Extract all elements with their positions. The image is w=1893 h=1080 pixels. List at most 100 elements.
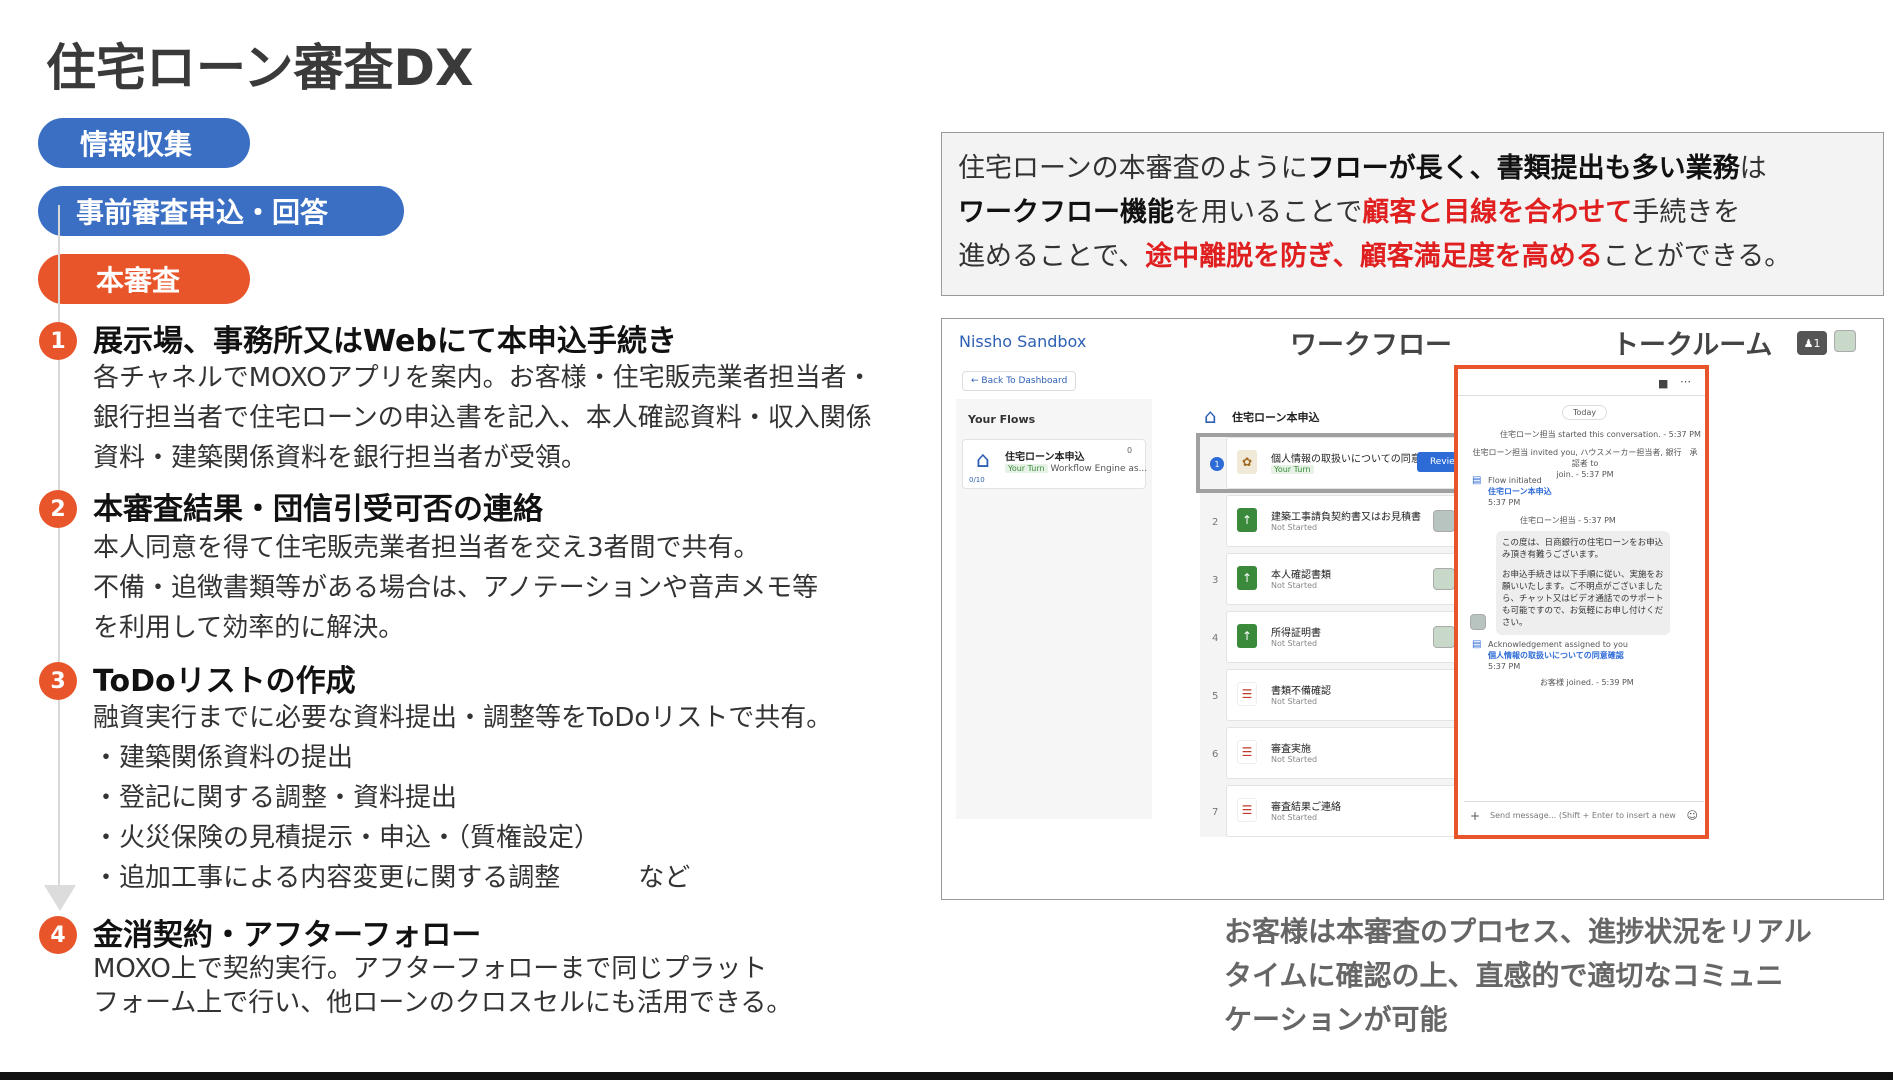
step-index: 2 bbox=[1212, 517, 1219, 528]
flow-card[interactable]: ⌂ 0/10 住宅ローン本申込 Your Turn Workflow Engin… bbox=[962, 439, 1147, 489]
your-flows-heading: Your Flows bbox=[968, 413, 1036, 426]
emoji-icon[interactable]: ☺ bbox=[1687, 809, 1698, 822]
workflow-step[interactable]: 4 ↑ 所得証明書 Not Started bbox=[1200, 611, 1494, 669]
step-name: 本人確認書類 bbox=[1271, 570, 1331, 581]
step-body: 本人同意を得て住宅販売業者担当者を交え3者間で共有。 不備・追徴書類等がある場合… bbox=[93, 528, 818, 648]
step-line: フォーム上で行い、他ローンのクロスセルにも活用できる。 bbox=[93, 988, 793, 1018]
step-card[interactable]: ↑ 本人確認書類 Not Started bbox=[1226, 553, 1488, 605]
video-call-icon[interactable]: ■ bbox=[1658, 377, 1668, 390]
step-card[interactable]: ☰ 審査実施 Not Started bbox=[1226, 727, 1488, 779]
step-heading: 金消契約・アフターフォロー bbox=[93, 918, 482, 953]
flow-link[interactable]: 住宅ローン本申込 bbox=[1488, 486, 1552, 497]
step-status: Not Started bbox=[1271, 639, 1318, 648]
user-avatar[interactable] bbox=[1834, 330, 1856, 352]
workflow-step[interactable]: 3 ↑ 本人確認書類 Not Started bbox=[1200, 553, 1494, 611]
step-name: 書類不備確認 bbox=[1271, 686, 1331, 697]
notification-bell-icon[interactable]: ♟ 1 bbox=[1797, 331, 1827, 355]
step-heading: 本審査結果・団信引受可否の連絡 bbox=[93, 492, 543, 527]
chat-panel: ■ ⋯ Today 住宅ローン担当 started this conversat… bbox=[1454, 365, 1709, 839]
step-line: 本人同意を得て住宅販売業者担当者を交え3者間で共有。 bbox=[93, 533, 760, 563]
step-status: Not Started bbox=[1271, 697, 1318, 706]
step-line: ・追加工事による内容変更に関する調整 など bbox=[93, 863, 691, 893]
step-name: 審査結果ご連絡 bbox=[1271, 802, 1341, 813]
workflow-step[interactable]: 1 ✿ 個人情報の取扱いについての同意確認 Your Turn Review bbox=[1196, 433, 1500, 495]
step-line: 融資実行までに必要な資料提出・調整等をToDoリストで共有。 bbox=[93, 703, 833, 733]
page-title: 住宅ローン審査DX bbox=[46, 39, 474, 97]
timeline-arrow bbox=[44, 885, 76, 911]
workflow-step[interactable]: 6 ☰ 審査実施 Not Started bbox=[1200, 727, 1494, 785]
step-status: Not Started bbox=[1271, 755, 1318, 764]
step-line: ・火災保険の見積提示・申込・（質権設定） bbox=[93, 823, 601, 853]
house-icon: ⌂ bbox=[1204, 404, 1217, 428]
step-status: Not Started bbox=[1271, 813, 1318, 822]
step-line: 各チャネルでMOXOアプリを案内。お客様・住宅販売業者担当者・ bbox=[93, 363, 873, 393]
step-number: 2 bbox=[39, 490, 77, 528]
phase-badge-pre-review: 事前審査申込・回答 bbox=[38, 186, 404, 236]
step-card[interactable]: ☰ 審査結果ご連絡 Not Started bbox=[1226, 785, 1488, 837]
workflow-step[interactable]: 5 ☰ 書類不備確認 Not Started bbox=[1200, 669, 1494, 727]
flows-panel: Your Flows ⌂ 0/10 住宅ローン本申込 Your Turn Wor… bbox=[956, 399, 1152, 819]
step-line: 銀行担当者で住宅ローンの申込書を記入、本人確認資料・収入関係 bbox=[93, 403, 872, 433]
notification-count: 1 bbox=[1813, 336, 1821, 350]
summary-line: ワークフロー機能を用いることで顧客と目線を合わせて手続きを bbox=[958, 197, 1741, 228]
upload-file-icon: ↑ bbox=[1237, 624, 1257, 648]
flow-sub: Your Turn Workflow Engine as... bbox=[1005, 464, 1147, 474]
todo-list-icon: ☰ bbox=[1237, 798, 1257, 822]
step-status: Not Started bbox=[1271, 523, 1318, 532]
flow-progress: 0/10 bbox=[969, 476, 985, 484]
step-name: 審査実施 bbox=[1271, 744, 1311, 755]
back-to-dashboard-button[interactable]: ← Back To Dashboard bbox=[962, 371, 1077, 391]
step-card[interactable]: ↑ 建築工事請負契約書又はお見積書 Not Started bbox=[1226, 495, 1488, 547]
step-number: 1 bbox=[39, 322, 77, 360]
step-index: 3 bbox=[1212, 575, 1219, 586]
step-body: 各チャネルでMOXOアプリを案内。お客様・住宅販売業者担当者・ 銀行担当者で住宅… bbox=[93, 358, 873, 478]
step-heading: 展示場、事務所又はWebにて本申込手続き bbox=[93, 324, 677, 359]
step-index: 5 bbox=[1212, 691, 1219, 702]
step-number: 4 bbox=[39, 916, 77, 954]
step-heading: ToDoリストの作成 bbox=[93, 664, 356, 699]
step-card[interactable]: ☰ 書類不備確認 Not Started bbox=[1226, 669, 1488, 721]
ack-link[interactable]: 個人情報の取扱いについての同意確認 bbox=[1488, 650, 1628, 661]
talkroom-label: トークルーム bbox=[1612, 330, 1773, 361]
phase-badge-main-review: 本審査 bbox=[38, 254, 250, 304]
step-card[interactable]: ↑ 所得証明書 Not Started bbox=[1226, 611, 1488, 663]
caption-line: ケーションが可能 bbox=[1224, 1003, 1448, 1036]
timeline-line bbox=[58, 205, 60, 895]
bottom-bar bbox=[0, 1072, 1893, 1080]
chat-ack-event: Acknowledgement assigned to you 個人情報の取扱いに… bbox=[1488, 640, 1628, 671]
message-input[interactable]: + Send message... (Shift + Enter to inser… bbox=[1464, 801, 1704, 829]
caption-line: お客様は本審査のプロセス、進捗状況をリアル bbox=[1224, 915, 1812, 948]
phase-badge-info: 情報収集 bbox=[38, 118, 250, 168]
step-line: 資料・建築関係資料を銀行担当者が受領。 bbox=[93, 443, 588, 473]
chat-bubble: この度は、日商銀行の住宅ローンをお申込み頂き有難うございます。 お申込手続きは以下… bbox=[1496, 531, 1670, 635]
app-screenshot: Nissho Sandbox ワークフロー トークルーム ♟ 1 ← Back T… bbox=[941, 318, 1884, 900]
plus-icon[interactable]: + bbox=[1470, 809, 1480, 823]
caption: お客様は本審査のプロセス、進捗状況をリアル タイムに確認の上、直感的で適切なコミ… bbox=[1224, 910, 1864, 1042]
flow-name: 住宅ローン本申込 bbox=[1005, 452, 1085, 463]
summary-box: 住宅ローンの本審査のようにフローが長く、書類提出も多い業務は ワークフロー機能を… bbox=[941, 132, 1884, 296]
workflow-step[interactable]: 2 ↑ 建築工事請負契約書又はお見積書 Not Started bbox=[1200, 495, 1494, 553]
step-line: ・登記に関する調整・資料提出 bbox=[93, 783, 458, 813]
flow-count: 0 bbox=[1127, 446, 1133, 455]
date-divider: Today bbox=[1562, 405, 1608, 420]
step-line: ・建築関係資料の提出 bbox=[93, 743, 354, 773]
step-index: 7 bbox=[1212, 807, 1219, 818]
step-name: 建築工事請負契約書又はお見積書 bbox=[1271, 512, 1421, 523]
step-line: MOXO上で契約実行。アフターフォローまで同じプラット bbox=[93, 954, 768, 984]
flow-icon: ▤ bbox=[1472, 639, 1482, 650]
todo-list-icon: ☰ bbox=[1237, 682, 1257, 706]
step-index: 6 bbox=[1212, 749, 1219, 760]
step-number: 3 bbox=[39, 662, 77, 700]
step-body: MOXO上で契約実行。アフターフォローまで同じプラット フォーム上で行い、他ロー… bbox=[93, 952, 792, 1020]
workflow-title: 住宅ローン本申込 bbox=[1232, 411, 1320, 424]
sender-avatar bbox=[1470, 611, 1486, 630]
more-options-icon[interactable]: ⋯ bbox=[1680, 375, 1691, 388]
todo-list-icon: ☰ bbox=[1237, 740, 1257, 764]
workflow-step-list: 1 ✿ 個人情報の取扱いについての同意確認 Your Turn Review 2… bbox=[1196, 433, 1500, 837]
summary-line: 進めることで、途中離脱を防ぎ、顧客満足度を高めることができる。 bbox=[958, 241, 1792, 272]
workflow-step[interactable]: 7 ☰ 審査結果ご連絡 Not Started bbox=[1200, 785, 1494, 843]
step-status: Not Started bbox=[1271, 581, 1318, 590]
step-line: を利用して効率的に解決。 bbox=[93, 613, 405, 643]
chat-flow-event: Flow initiated 住宅ローン本申込 5:37 PM bbox=[1488, 476, 1552, 507]
summary-line: 住宅ローンの本審査のようにフローが長く、書類提出も多い業務は bbox=[958, 153, 1767, 184]
